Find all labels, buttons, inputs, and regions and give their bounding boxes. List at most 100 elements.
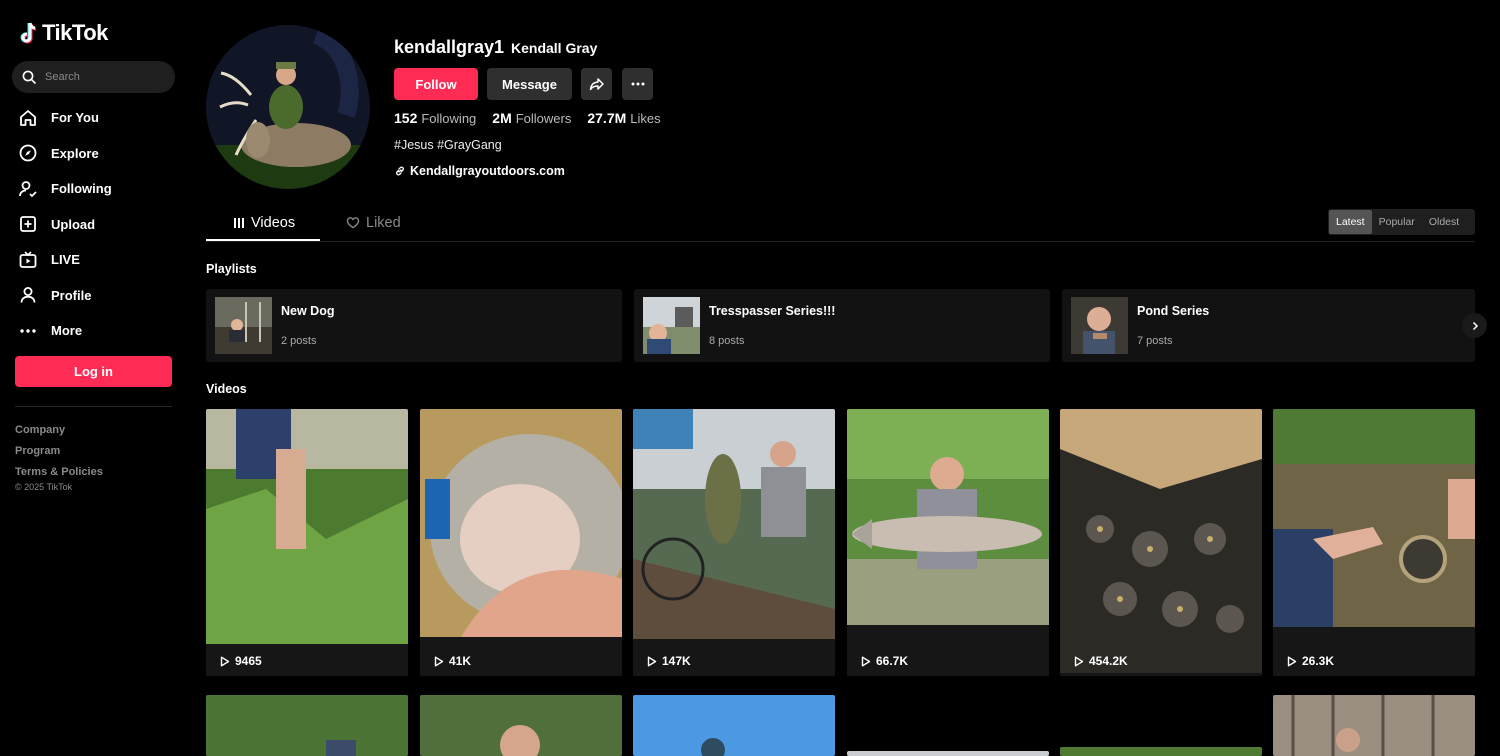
video-view-count: 66.7K <box>861 654 908 668</box>
stat-label: Followers <box>515 111 572 126</box>
stat-likes: 27.7M Likes <box>587 110 660 128</box>
video-tile[interactable]: 454.2K <box>1060 409 1262 676</box>
tiktok-logo[interactable]: TikTok <box>18 20 108 46</box>
sort-popular[interactable]: Popular <box>1372 210 1422 234</box>
play-icon <box>1074 656 1084 666</box>
sidebar-footer: Company Program Terms & Policies © 2025 … <box>15 420 103 492</box>
video-thumbnail <box>206 695 408 756</box>
sidebar-divider <box>15 406 172 407</box>
login-button[interactable]: Log in <box>15 356 172 387</box>
playlist-next-button[interactable] <box>1462 313 1487 338</box>
nav-explore[interactable]: Explore <box>0 136 190 172</box>
sort-oldest[interactable]: Oldest <box>1422 210 1466 234</box>
nav-upload[interactable]: Upload <box>0 207 190 243</box>
nav-for-you[interactable]: For You <box>0 100 190 136</box>
sort-latest[interactable]: Latest <box>1329 210 1372 234</box>
tiktok-profile-page: TikTok For You Explore Following Upload <box>0 0 1500 756</box>
footer-link-program[interactable]: Program <box>15 441 103 462</box>
video-tile[interactable] <box>1273 695 1475 756</box>
profile-bio: #Jesus #GrayGang <box>394 138 502 152</box>
playlist-thumbnail <box>1071 297 1128 354</box>
grid-icon <box>234 218 244 228</box>
search-input[interactable] <box>45 71 155 83</box>
video-thumbnail <box>1273 409 1475 627</box>
video-tile[interactable] <box>633 695 835 756</box>
video-thumbnail <box>420 695 622 756</box>
link-icon <box>396 166 404 176</box>
view-count-text: 41K <box>449 654 472 668</box>
main-nav: For You Explore Following Upload LIVE Pr… <box>0 100 190 349</box>
video-tile[interactable] <box>420 695 622 756</box>
playlist-card[interactable]: Tresspasser Series!!! 8 posts <box>634 289 1050 362</box>
nav-profile[interactable]: Profile <box>0 278 190 314</box>
stat-following[interactable]: 152 Following <box>394 110 476 128</box>
nav-live[interactable]: LIVE <box>0 242 190 278</box>
following-icon <box>18 179 38 199</box>
tab-label: Videos <box>251 215 296 231</box>
view-count-text: 66.7K <box>876 654 909 668</box>
search-icon <box>22 70 36 84</box>
home-icon <box>18 108 38 128</box>
playlist-thumbnail <box>643 297 700 354</box>
profile-icon <box>18 285 38 305</box>
nav-more[interactable]: More <box>0 313 190 349</box>
sort-toggle: Latest Popular Oldest <box>1328 209 1475 235</box>
chevron-right-icon <box>1472 321 1478 330</box>
tab-label: Liked <box>366 215 401 231</box>
profile-link[interactable]: Kendallgrayoutdoors.com <box>394 164 565 178</box>
video-tile[interactable]: 66.7K <box>847 409 1049 676</box>
nav-label: Following <box>51 181 112 197</box>
sidebar: TikTok For You Explore Following Upload <box>0 0 190 756</box>
profile-stats: 152 Following 2M Followers 27.7M Likes <box>394 110 661 128</box>
video-thumbnail <box>633 695 835 756</box>
search-bar[interactable] <box>12 61 175 93</box>
play-icon <box>434 656 444 666</box>
videos-heading: Videos <box>206 382 247 396</box>
video-tile[interactable] <box>1060 747 1262 756</box>
view-count-text: 9465 <box>235 654 262 668</box>
video-view-count: 147K <box>647 654 691 668</box>
playlist-post-count: 7 posts <box>1137 335 1173 347</box>
nav-label: For You <box>51 110 99 126</box>
video-thumbnail <box>206 409 408 644</box>
stat-label: Likes <box>630 111 661 126</box>
tab-videos[interactable]: Videos <box>233 215 295 231</box>
view-count-text: 26.3K <box>1302 654 1335 668</box>
video-thumbnail <box>1273 695 1475 756</box>
video-thumbnail <box>633 409 835 639</box>
playlist-card[interactable]: Pond Series 7 posts <box>1062 289 1475 362</box>
share-button[interactable] <box>581 68 612 100</box>
playlist-title: New Dog <box>281 304 335 318</box>
nav-label: More <box>51 323 83 339</box>
tab-liked[interactable]: Liked <box>346 215 401 231</box>
footer-link-terms[interactable]: Terms & Policies <box>15 462 103 483</box>
video-tile[interactable] <box>847 751 1049 756</box>
footer-link-company[interactable]: Company <box>15 420 103 441</box>
share-icon <box>589 78 604 91</box>
more-options-button[interactable] <box>622 68 653 100</box>
profile-tabs: Videos Liked <box>206 206 1475 242</box>
logo-text: TikTok <box>42 20 108 45</box>
video-tile[interactable]: 41K <box>420 409 622 676</box>
stat-label: Following <box>421 111 477 126</box>
compass-icon <box>18 143 38 163</box>
upload-icon <box>18 214 38 234</box>
stat-followers[interactable]: 2M Followers <box>492 110 571 128</box>
video-tile[interactable] <box>206 695 408 756</box>
heart-eye-icon <box>346 217 360 229</box>
video-thumbnail <box>1060 409 1262 673</box>
tab-active-indicator <box>206 239 320 241</box>
more-icon <box>18 321 38 341</box>
video-view-count: 454.2K <box>1074 654 1128 668</box>
playlist-card[interactable]: New Dog 2 posts <box>206 289 622 362</box>
stat-value: 27.7M <box>587 110 627 126</box>
follow-button[interactable]: Follow <box>394 68 478 100</box>
stat-value: 2M <box>492 110 512 126</box>
ellipsis-icon <box>631 82 644 86</box>
message-button[interactable]: Message <box>487 68 572 100</box>
video-tile[interactable]: 9465 <box>206 409 408 676</box>
nav-label: Profile <box>51 287 92 303</box>
video-tile[interactable]: 147K <box>633 409 835 676</box>
video-tile[interactable]: 26.3K <box>1273 409 1475 676</box>
nav-following[interactable]: Following <box>0 171 190 207</box>
